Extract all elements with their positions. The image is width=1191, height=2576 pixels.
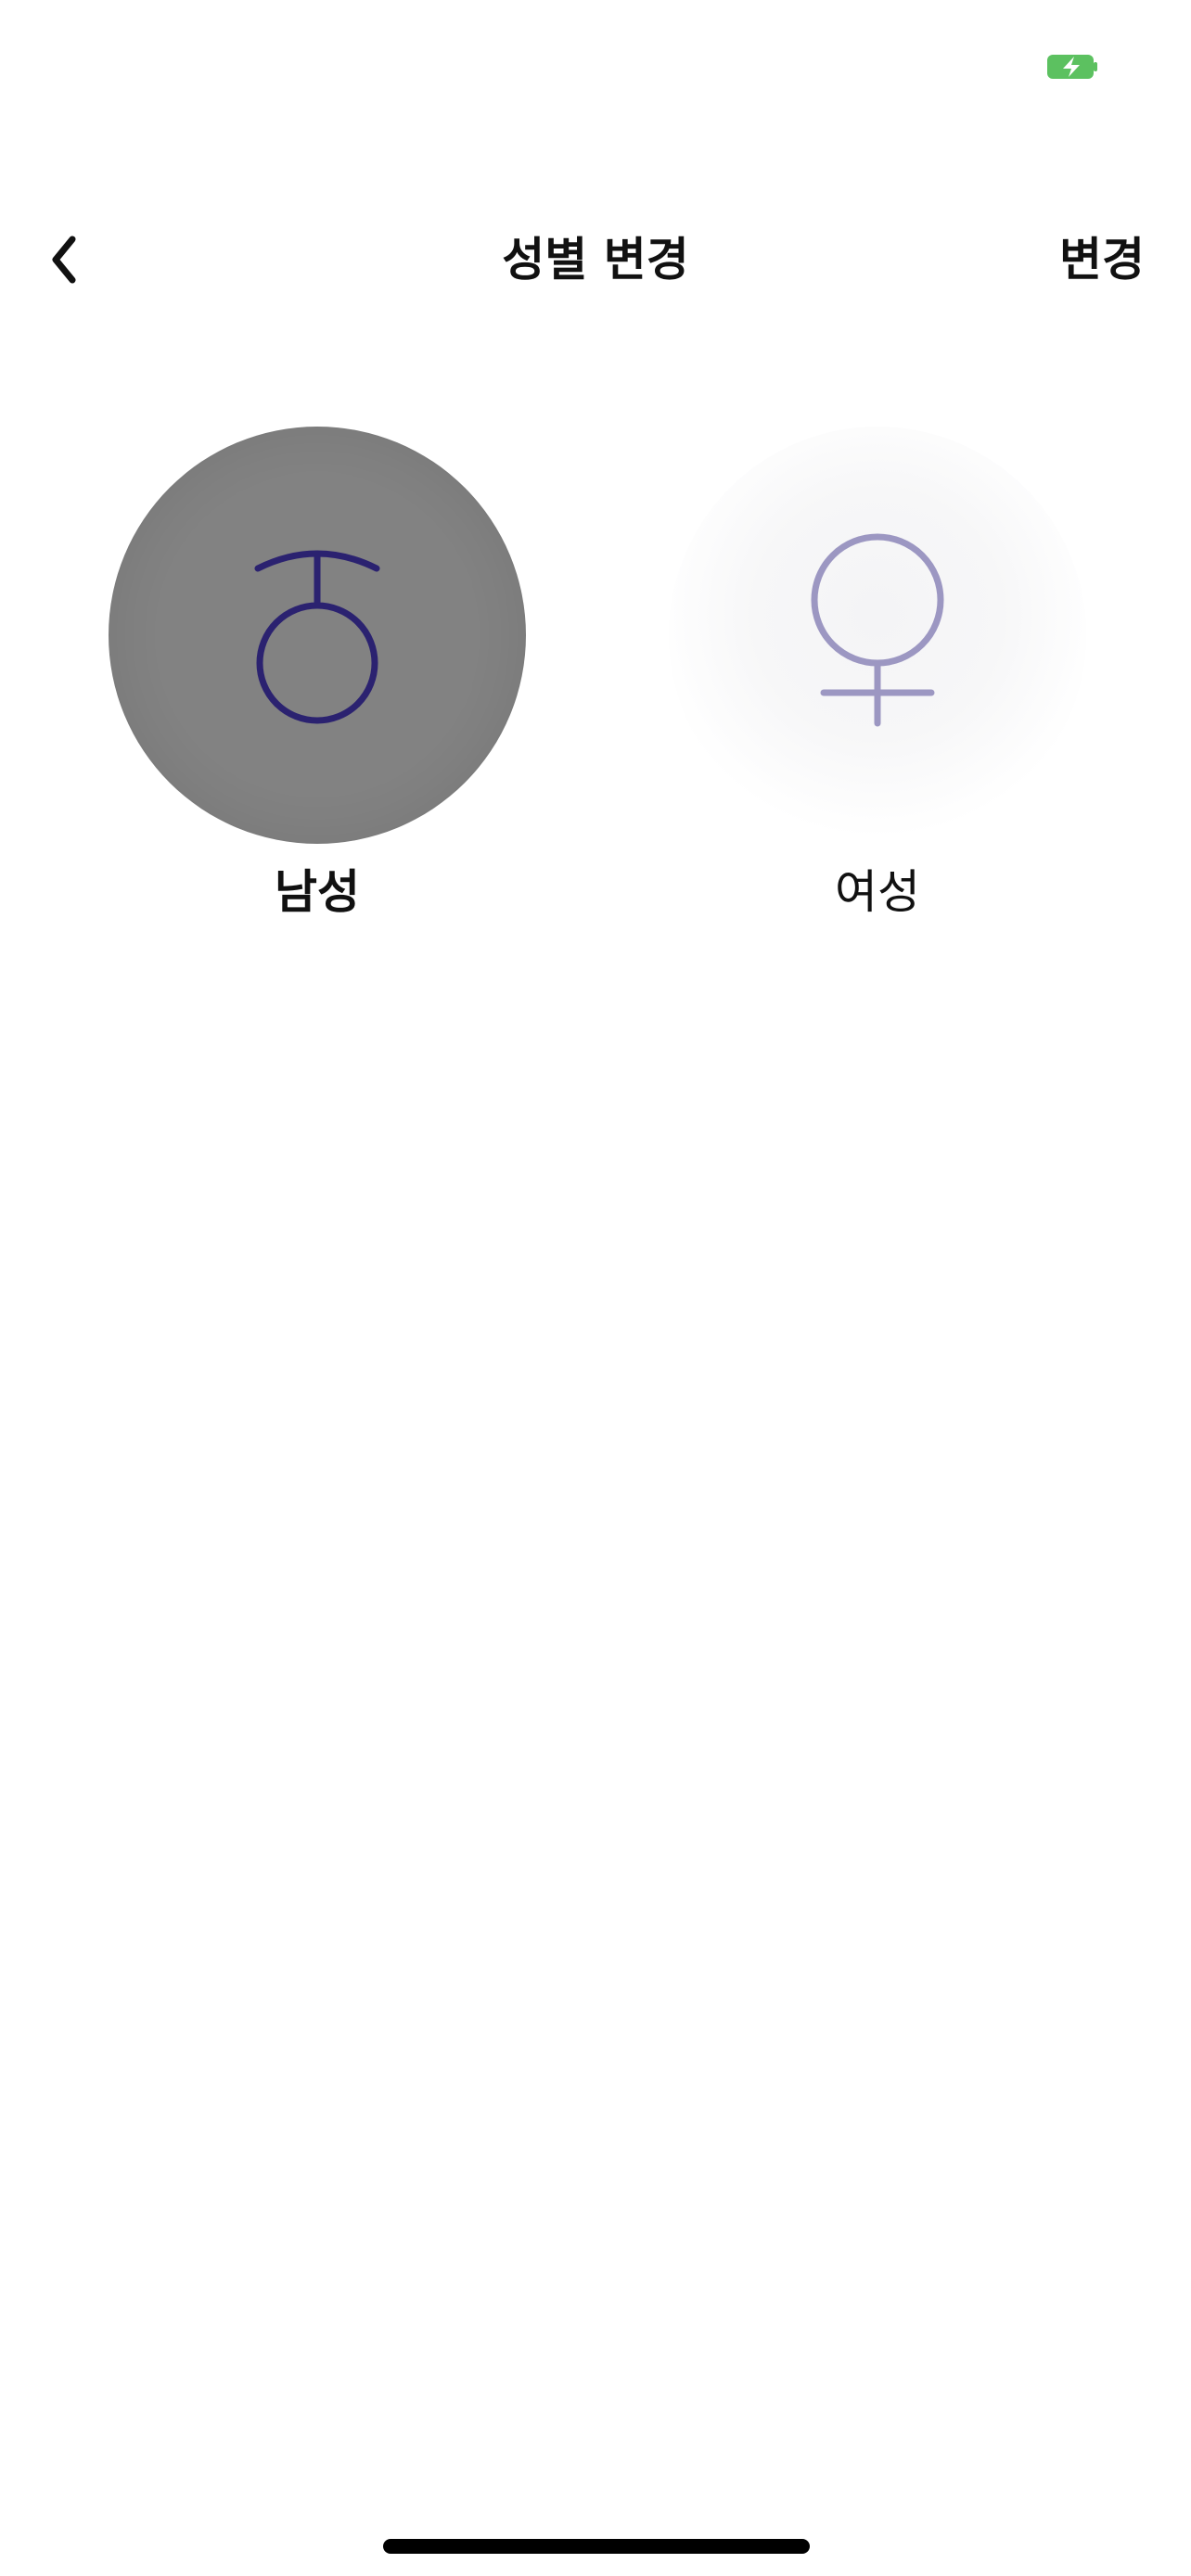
gender-option-female[interactable]: 여성 bbox=[664, 427, 1091, 946]
gender-option-male[interactable]: 남성 bbox=[104, 427, 531, 946]
male-option-label: 남성 bbox=[275, 865, 360, 919]
female-symbol-icon bbox=[811, 533, 944, 727]
home-indicator[interactable] bbox=[383, 2539, 810, 2554]
page-title: 성별 변경 bbox=[502, 233, 689, 287]
male-symbol-icon bbox=[254, 550, 380, 724]
battery-charging-icon bbox=[1047, 55, 1097, 79]
change-button[interactable]: 변경 bbox=[1059, 230, 1145, 289]
female-option-label: 여성 bbox=[835, 865, 920, 919]
female-option-circle[interactable] bbox=[669, 427, 1086, 844]
navigation-bar: 성별 변경 변경 bbox=[0, 204, 1191, 315]
male-option-circle[interactable] bbox=[109, 427, 526, 844]
status-bar bbox=[0, 0, 1191, 130]
